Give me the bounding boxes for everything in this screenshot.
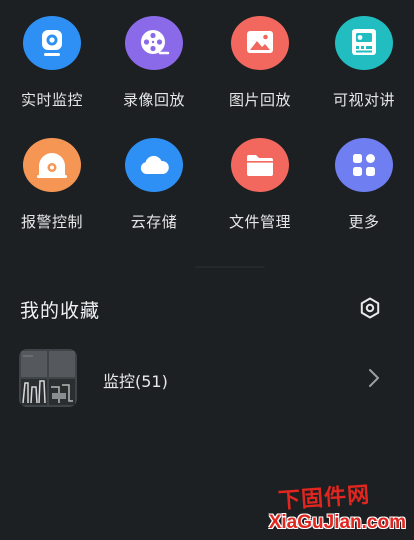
favorite-thumbnail [19,349,77,407]
tile-label: 报警控制 [20,213,83,231]
chevron-right-icon [364,367,384,389]
tile-label: 更多 [348,213,380,231]
tile-more[interactable]: 更多 [312,122,414,232]
tile-label: 可视对讲 [332,91,395,109]
film-reel-icon [125,16,183,70]
tile-alarm-control[interactable]: 报警控制 [0,122,104,232]
tile-file-management[interactable]: 文件管理 [208,122,312,232]
more-grid-icon [335,138,393,192]
tile-video-playback[interactable]: 录像回放 [102,0,206,110]
favorites-title: 我的收藏 [20,300,101,322]
picture-icon [231,16,289,70]
favorite-item[interactable]: 监控(51) [0,343,414,413]
favorite-label: 监控(51) [103,372,168,391]
folder-icon [231,138,289,192]
tile-live-monitor[interactable]: 实时监控 [0,0,104,110]
tile-label: 云存储 [130,213,178,231]
watermark-bottom: XiaGuJian.com [268,512,406,533]
settings-icon[interactable] [358,296,382,320]
section-divider [195,266,265,268]
intercom-icon [335,16,393,70]
tile-video-intercom[interactable]: 可视对讲 [312,0,414,110]
tile-label: 实时监控 [20,91,83,109]
tile-cloud-storage[interactable]: 云存储 [102,122,206,232]
tile-picture-playback[interactable]: 图片回放 [208,0,312,110]
alarm-icon [23,138,81,192]
tile-label: 录像回放 [122,91,185,109]
tile-label: 图片回放 [228,91,291,109]
tile-label: 文件管理 [228,213,291,231]
watermark-top: 下固件网 [277,481,371,515]
camera-icon [23,16,81,70]
watermark: 下固件网 XiaGuJian.com [269,480,406,534]
cloud-icon [125,138,183,192]
